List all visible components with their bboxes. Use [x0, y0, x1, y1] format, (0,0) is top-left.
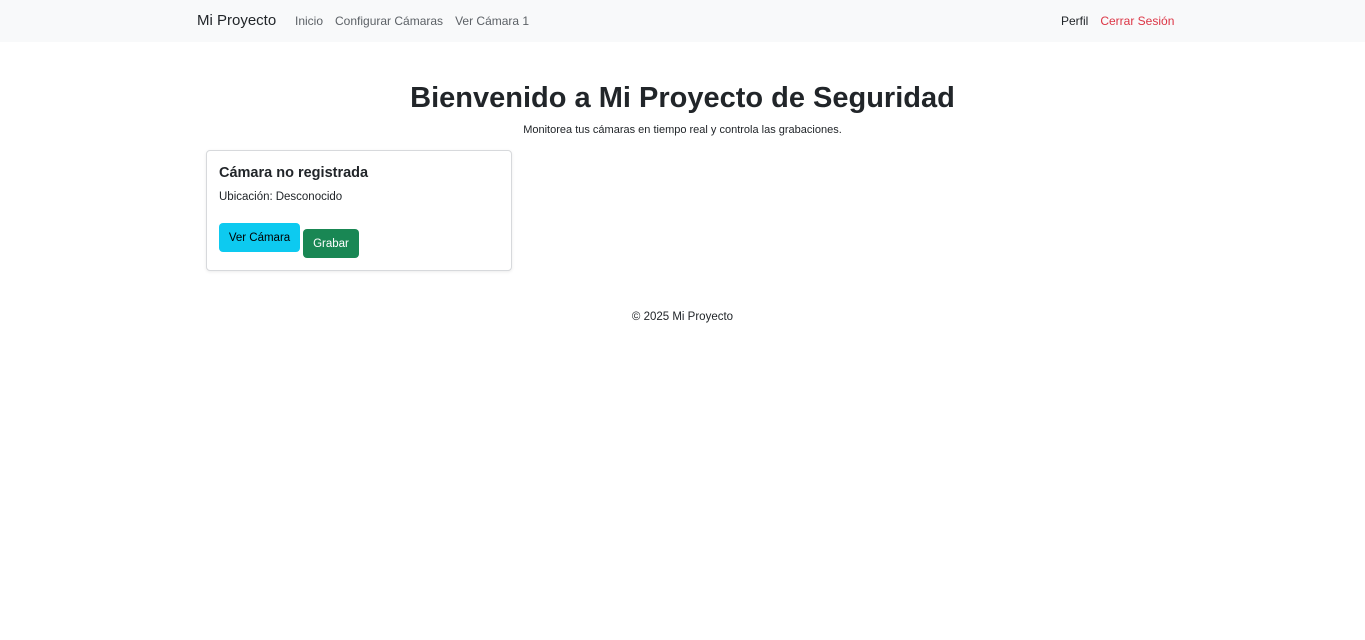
nav-link-ver-camara-1[interactable]: Ver Cámara 1	[455, 14, 529, 29]
footer-copyright: © 2025 Mi Proyecto	[631, 311, 734, 323]
top-navbar: Mi Proyecto Inicio Configurar Cámaras Ve…	[0, 0, 1365, 42]
logout-link[interactable]: Cerrar Sesión	[1100, 14, 1174, 29]
nav-link-inicio[interactable]: Inicio	[295, 14, 323, 29]
camera-location-value: Desconocido	[275, 191, 343, 203]
camera-location: Ubicación: Desconocido	[219, 190, 342, 204]
camera-card: Cámara no registrada Ubicación: Desconoci…	[206, 150, 512, 271]
view-camera-button[interactable]: Ver Cámara	[219, 223, 300, 252]
nav-user-links: Perfil Cerrar Sesión	[1061, 14, 1174, 29]
camera-card-title: Cámara no registrada	[219, 165, 369, 181]
navbar-brand[interactable]: Mi Proyecto	[197, 12, 276, 30]
camera-location-label: Ubicación:	[219, 191, 273, 203]
page-title: Bienvenido a Mi Proyecto de Seguridad	[410, 82, 955, 114]
record-button[interactable]: Grabar	[303, 229, 359, 258]
page-subtitle: Monitorea tus cámaras en tiempo real y c…	[523, 124, 842, 136]
nav-link-configurar-camaras[interactable]: Configurar Cámaras	[335, 14, 443, 29]
nav-link-perfil[interactable]: Perfil	[1061, 14, 1088, 29]
nav-links: Inicio Configurar Cámaras Ver Cámara 1	[295, 14, 529, 29]
